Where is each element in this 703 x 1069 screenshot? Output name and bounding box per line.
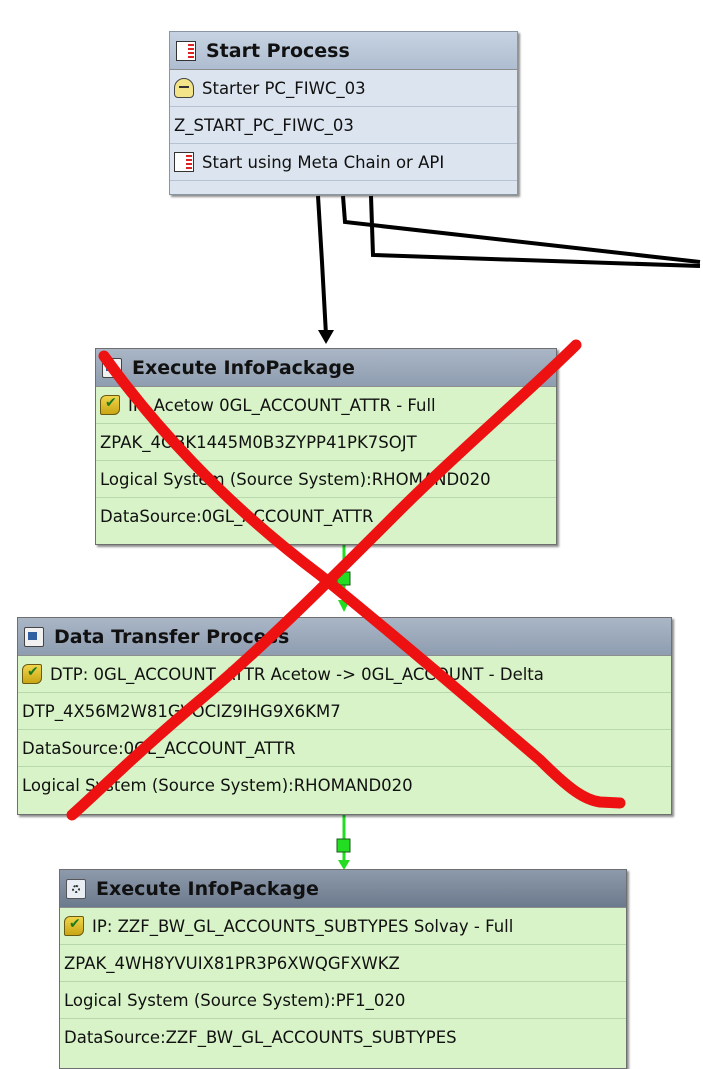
red-stroke-1 bbox=[98, 350, 626, 809]
red-cross-annotation bbox=[66, 339, 626, 821]
process-chain-canvas: Start Process Starter PC_FIWC_03 Z_START… bbox=[0, 0, 703, 1069]
